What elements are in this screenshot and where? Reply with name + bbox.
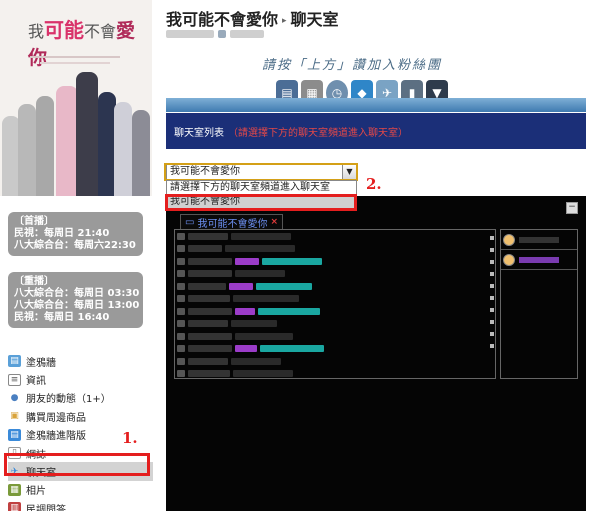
menu-item-photos[interactable]: ▦ 相片 [8, 481, 153, 499]
page-title-section: 聊天室 [290, 10, 339, 29]
menu-item-friends[interactable]: ● 朋友的動態（1+） [8, 389, 153, 407]
chat-message [175, 255, 495, 268]
avatar-icon [503, 253, 515, 266]
avatar-icon [503, 233, 515, 246]
chat-list-label: 聊天室列表 [174, 127, 224, 139]
message-markers [490, 236, 496, 356]
banner-slogan: 請按「上方」讚加入粉絲團 [262, 58, 443, 73]
chat-tab[interactable]: ▭ 我可能不會愛你 × [180, 214, 283, 230]
chat-user[interactable] [501, 230, 577, 250]
cast-figure [56, 86, 78, 196]
chat-message [175, 305, 495, 318]
poster-tagline [30, 56, 120, 58]
page-subtitle-blurred [166, 30, 276, 40]
menu-item-wall[interactable]: ▤ 塗鴉牆 [8, 352, 153, 370]
chat-user[interactable] [501, 250, 577, 270]
wall-icon: ▤ [8, 355, 21, 368]
page-title-app[interactable]: 我可能不會愛你 [166, 10, 278, 29]
chat-message-area [174, 229, 496, 379]
chat-message [175, 368, 495, 381]
chat-bubble-icon: ▭ [185, 216, 195, 228]
chat-message [175, 280, 495, 293]
menu-item-poll[interactable]: ▥ 民調問答 [8, 499, 153, 511]
wall-advanced-icon: ▤ [8, 428, 21, 441]
banner-strip [166, 98, 586, 112]
dropdown-option[interactable]: 請選擇下方的聊天室頻道進入聊天室 [167, 181, 356, 195]
chat-message [175, 293, 495, 306]
step-2-marker: 2. [366, 175, 382, 193]
cast-figure [36, 96, 54, 196]
poll-icon: ▥ [8, 502, 21, 511]
menu-item-info[interactable]: ≡ 資訊 [8, 370, 153, 388]
chat-menu-highlight [4, 453, 150, 476]
chat-message [175, 318, 495, 331]
chat-message [175, 355, 495, 368]
first-run-schedule: 〔首播〕 民視：每周日 21:40 八大綜合台：每周六22:30 [8, 212, 143, 256]
rerun-schedule: 〔重播〕 八大綜合台：每周日 03:30 八大綜合台：每周日 13:00 民視：… [8, 272, 143, 328]
minimize-button[interactable]: − [566, 202, 578, 214]
chat-message [175, 230, 495, 243]
cast-figure [132, 110, 150, 196]
photo-icon: ▦ [8, 483, 21, 496]
menu-item-shop[interactable]: ▣ 購買周邊商品 [8, 407, 153, 425]
poster-tagline [40, 62, 110, 64]
fan-page-banner: 請按「上方」讚加入粉絲團 ▤ ▦ ◷ ◆ ✈ ▮ ▼ [166, 40, 586, 112]
friends-icon: ● [10, 392, 19, 403]
page-title: 我可能不會愛你 ▸ 聊天室 [166, 6, 339, 30]
main-content: 我可能不會愛你 ▸ 聊天室 請按「上方」讚加入粉絲團 ▤ ▦ ◷ ◆ ✈ ▮ ▼ 聊… [164, 0, 586, 511]
chat-message [175, 243, 495, 256]
chat-list-hint: （請選擇下方的聊天室頻道進入聊天室） [228, 127, 408, 139]
shop-icon: ▣ [10, 411, 19, 422]
chat-room-panel: − ▭ 我可能不會愛你 × [166, 196, 586, 511]
chat-message [175, 330, 495, 343]
select-focus-ring [164, 163, 358, 181]
step-1-marker: 1. [122, 429, 138, 447]
cast-figure [76, 72, 98, 196]
cast-figure [114, 102, 132, 196]
chat-user-list [500, 229, 578, 379]
selected-option-highlight [165, 194, 357, 211]
cast-figure [18, 104, 36, 196]
close-icon[interactable]: × [270, 217, 278, 227]
breadcrumb-arrow-icon: ▸ [282, 15, 287, 26]
chat-list-bar: 聊天室列表 （請選擇下方的聊天室頻道進入聊天室） [166, 113, 586, 149]
info-icon: ≡ [8, 373, 21, 386]
chat-message [175, 268, 495, 281]
drama-poster: 我可能不會愛你 [0, 0, 152, 196]
chat-message [175, 343, 495, 356]
